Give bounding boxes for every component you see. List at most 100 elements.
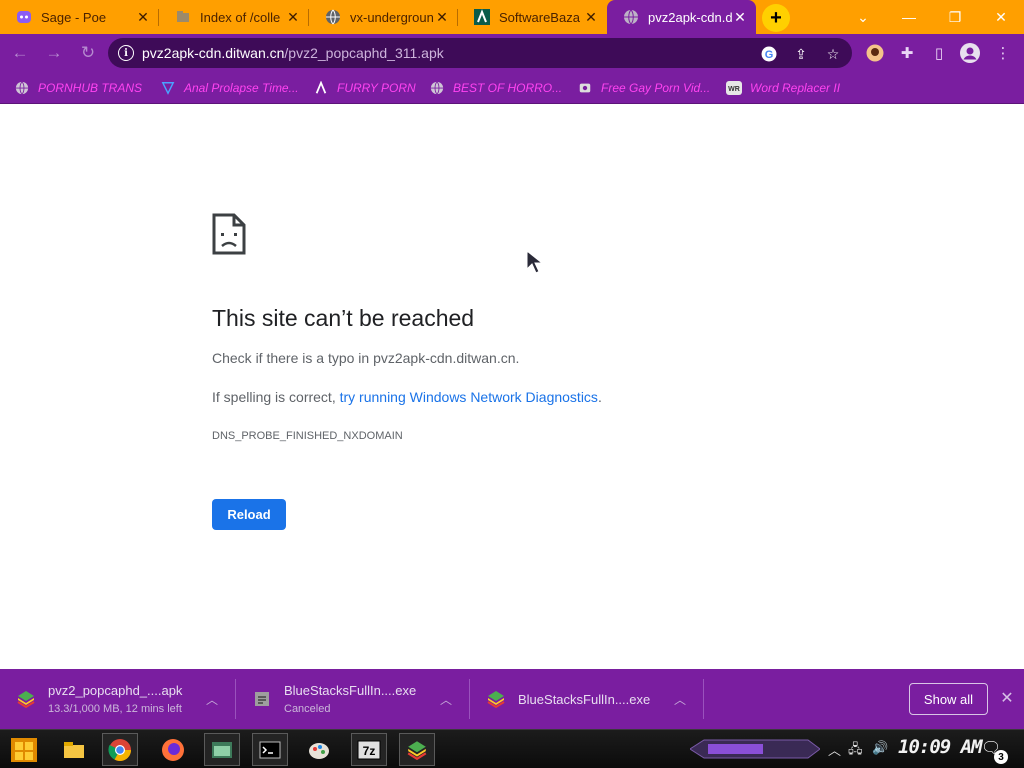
download-filename: BlueStacksFullIn....exe (284, 683, 417, 698)
address-url[interactable]: pvz2apk-cdn.ditwan.cn/pvz2_popcaphd_311.… (142, 45, 444, 61)
close-tab-icon[interactable]: ✕ (135, 9, 151, 25)
poe-icon (16, 9, 32, 25)
url-path: /pvz2_popcaphd_311.apk (284, 45, 444, 61)
tab-title: pvz2apk-cdn.di (648, 9, 732, 25)
tab-pvz2apk-active[interactable]: pvz2apk-cdn.di ✕ (607, 0, 756, 34)
browser-toolbar: ← → ↻ i pvz2apk-cdn.ditwan.cn/pvz2_popca… (0, 34, 1024, 72)
globe-icon (429, 80, 445, 96)
account-avatar-icon[interactable] (959, 42, 981, 64)
bookmark-furry[interactable]: FURRY PORN (313, 77, 416, 99)
file-explorer-icon[interactable] (56, 733, 92, 766)
taskbar: 7z ︿ 🖧 🔊 10:09 AM 🗨 3 (0, 729, 1024, 768)
bookmark-label: PORNHUB TRANS (38, 81, 143, 95)
bookmark-best-of-horror[interactable]: BEST OF HORRO... (429, 77, 562, 99)
paint-icon[interactable] (301, 733, 337, 766)
bluestacks-icon[interactable] (399, 733, 435, 766)
diagnostics-suffix: . (597, 389, 602, 405)
close-tab-icon[interactable]: ✕ (732, 9, 748, 25)
bookmark-anal-prolapse[interactable]: Anal Prolapse Time... (160, 77, 299, 99)
download-filename: pvz2_popcaphd_....apk (48, 683, 183, 698)
share-icon[interactable]: ⇪ (792, 45, 810, 63)
sad-page-icon (212, 213, 246, 255)
forward-button[interactable]: → (42, 41, 66, 65)
bookmark-free-gay[interactable]: Free Gay Porn Vid... (577, 77, 710, 99)
bookmark-pornhub-trans[interactable]: PORNHUB TRANS (14, 77, 142, 99)
download-item[interactable]: pvz2_popcaphd_....apk 13.3/1,000 MB, 12 … (16, 669, 236, 729)
google-icon[interactable]: G (760, 45, 778, 63)
bluestacks-file-icon (487, 691, 505, 709)
download-item[interactable]: BlueStacksFullIn....exe ︿ (486, 669, 704, 729)
tab-index-of[interactable]: Index of /colle ✕ (159, 0, 309, 34)
svg-text:WR: WR (728, 86, 740, 93)
app-window-icon[interactable] (204, 733, 240, 766)
error-page: This site can’t be reached Check if ther… (0, 104, 1024, 669)
bookmark-label: Free Gay Porn Vid... (601, 81, 711, 95)
download-separator (235, 679, 236, 719)
mouse-cursor-icon (526, 249, 544, 274)
minimize-button[interactable]: — (886, 0, 932, 34)
tab-softwarebazaar[interactable]: SoftwareBaza ✕ (458, 0, 607, 34)
chevron-up-icon[interactable]: ︿ (440, 691, 452, 708)
download-filename: BlueStacksFullIn....exe (518, 691, 651, 707)
taskbar-clock[interactable]: 10:09 AM (898, 736, 983, 758)
tab-sage-poe[interactable]: Sage - Poe ✕ (0, 0, 159, 34)
folder-icon (175, 9, 191, 25)
download-separator (469, 679, 470, 719)
softwarebazaar-icon (474, 9, 490, 25)
firefox-icon[interactable] (155, 733, 191, 766)
download-status: 13.3/1,000 MB, 12 mins left (48, 703, 182, 715)
network-diagnostics-link[interactable]: try running Windows Network Diagnostics (340, 389, 598, 405)
address-bar[interactable]: i pvz2apk-cdn.ditwan.cn/pvz2_popcaphd_31… (108, 38, 852, 68)
chevron-up-icon[interactable]: ︿ (206, 691, 218, 708)
tab-vx-underground[interactable]: vx-undergroun ✕ (309, 0, 458, 34)
bookmark-word-replacer[interactable]: WR Word Replacer II (726, 77, 840, 99)
bluestacks-file-icon (17, 691, 35, 709)
show-all-downloads-button[interactable]: Show all (909, 683, 988, 715)
7zip-icon[interactable]: 7z (351, 733, 387, 766)
svg-text:7z: 7z (363, 744, 376, 758)
globe-icon (14, 80, 30, 96)
notification-count-badge: 3 (994, 750, 1008, 764)
download-item[interactable]: BlueStacksFullIn....exe Canceled ︿ (252, 669, 470, 729)
site-icon (577, 80, 593, 96)
download-separator (703, 679, 704, 719)
close-tab-icon[interactable]: ✕ (583, 9, 599, 25)
start-button[interactable] (6, 733, 42, 766)
reload-button[interactable]: Reload (212, 499, 286, 530)
profile-extension-icon[interactable] (864, 42, 886, 64)
command-prompt-icon[interactable] (252, 733, 288, 766)
back-button[interactable]: ← (8, 41, 32, 65)
tab-search-chevron-icon[interactable]: ⌄ (840, 0, 886, 34)
show-hidden-icons-chevron[interactable]: ︿ (828, 740, 841, 759)
close-tab-icon[interactable]: ✕ (285, 9, 301, 25)
new-tab-button[interactable]: + (762, 4, 790, 32)
bookmark-star-icon[interactable]: ☆ (824, 45, 842, 63)
close-window-button[interactable]: ✕ (978, 0, 1024, 34)
globe-icon (325, 9, 341, 25)
volume-icon[interactable]: 🔊 (872, 740, 888, 756)
close-tab-icon[interactable]: ✕ (434, 9, 450, 25)
chrome-icon[interactable] (102, 733, 138, 766)
bookmark-label: FURRY PORN (337, 81, 416, 95)
error-code: DNS_PROBE_FINISHED_NXDOMAIN (212, 430, 403, 442)
more-menu-icon[interactable]: ⋮ (992, 42, 1014, 64)
extensions-puzzle-icon[interactable]: ✚ (896, 42, 918, 64)
network-icon[interactable]: 🖧 (848, 740, 863, 762)
error-typo-hint: Check if there is a typo in pvz2apk-cdn.… (212, 350, 520, 366)
notification-center-icon[interactable]: 🗨 3 (981, 738, 1008, 764)
restore-button[interactable]: ❐ (932, 0, 978, 34)
error-title: This site can’t be reached (212, 305, 475, 331)
close-download-shelf-icon[interactable]: ✕ (998, 688, 1016, 708)
error-diagnostics-hint: If spelling is correct, try running Wind… (212, 389, 602, 405)
tab-strip: Sage - Poe ✕ Index of /colle ✕ vx-underg… (0, 0, 1024, 34)
reload-toolbar-button[interactable]: ↻ (76, 41, 100, 65)
site-info-icon[interactable]: i (118, 45, 134, 61)
side-panel-icon[interactable]: ▯ (928, 42, 950, 64)
bookmark-icon (160, 80, 176, 96)
bookmark-label: Anal Prolapse Time... (184, 81, 299, 95)
softwarebazaar-icon (313, 80, 329, 96)
tab-title: Index of /colle (200, 9, 281, 25)
executable-file-icon (255, 692, 269, 706)
tab-title: SoftwareBaza (499, 9, 580, 25)
chevron-up-icon[interactable]: ︿ (674, 691, 686, 708)
